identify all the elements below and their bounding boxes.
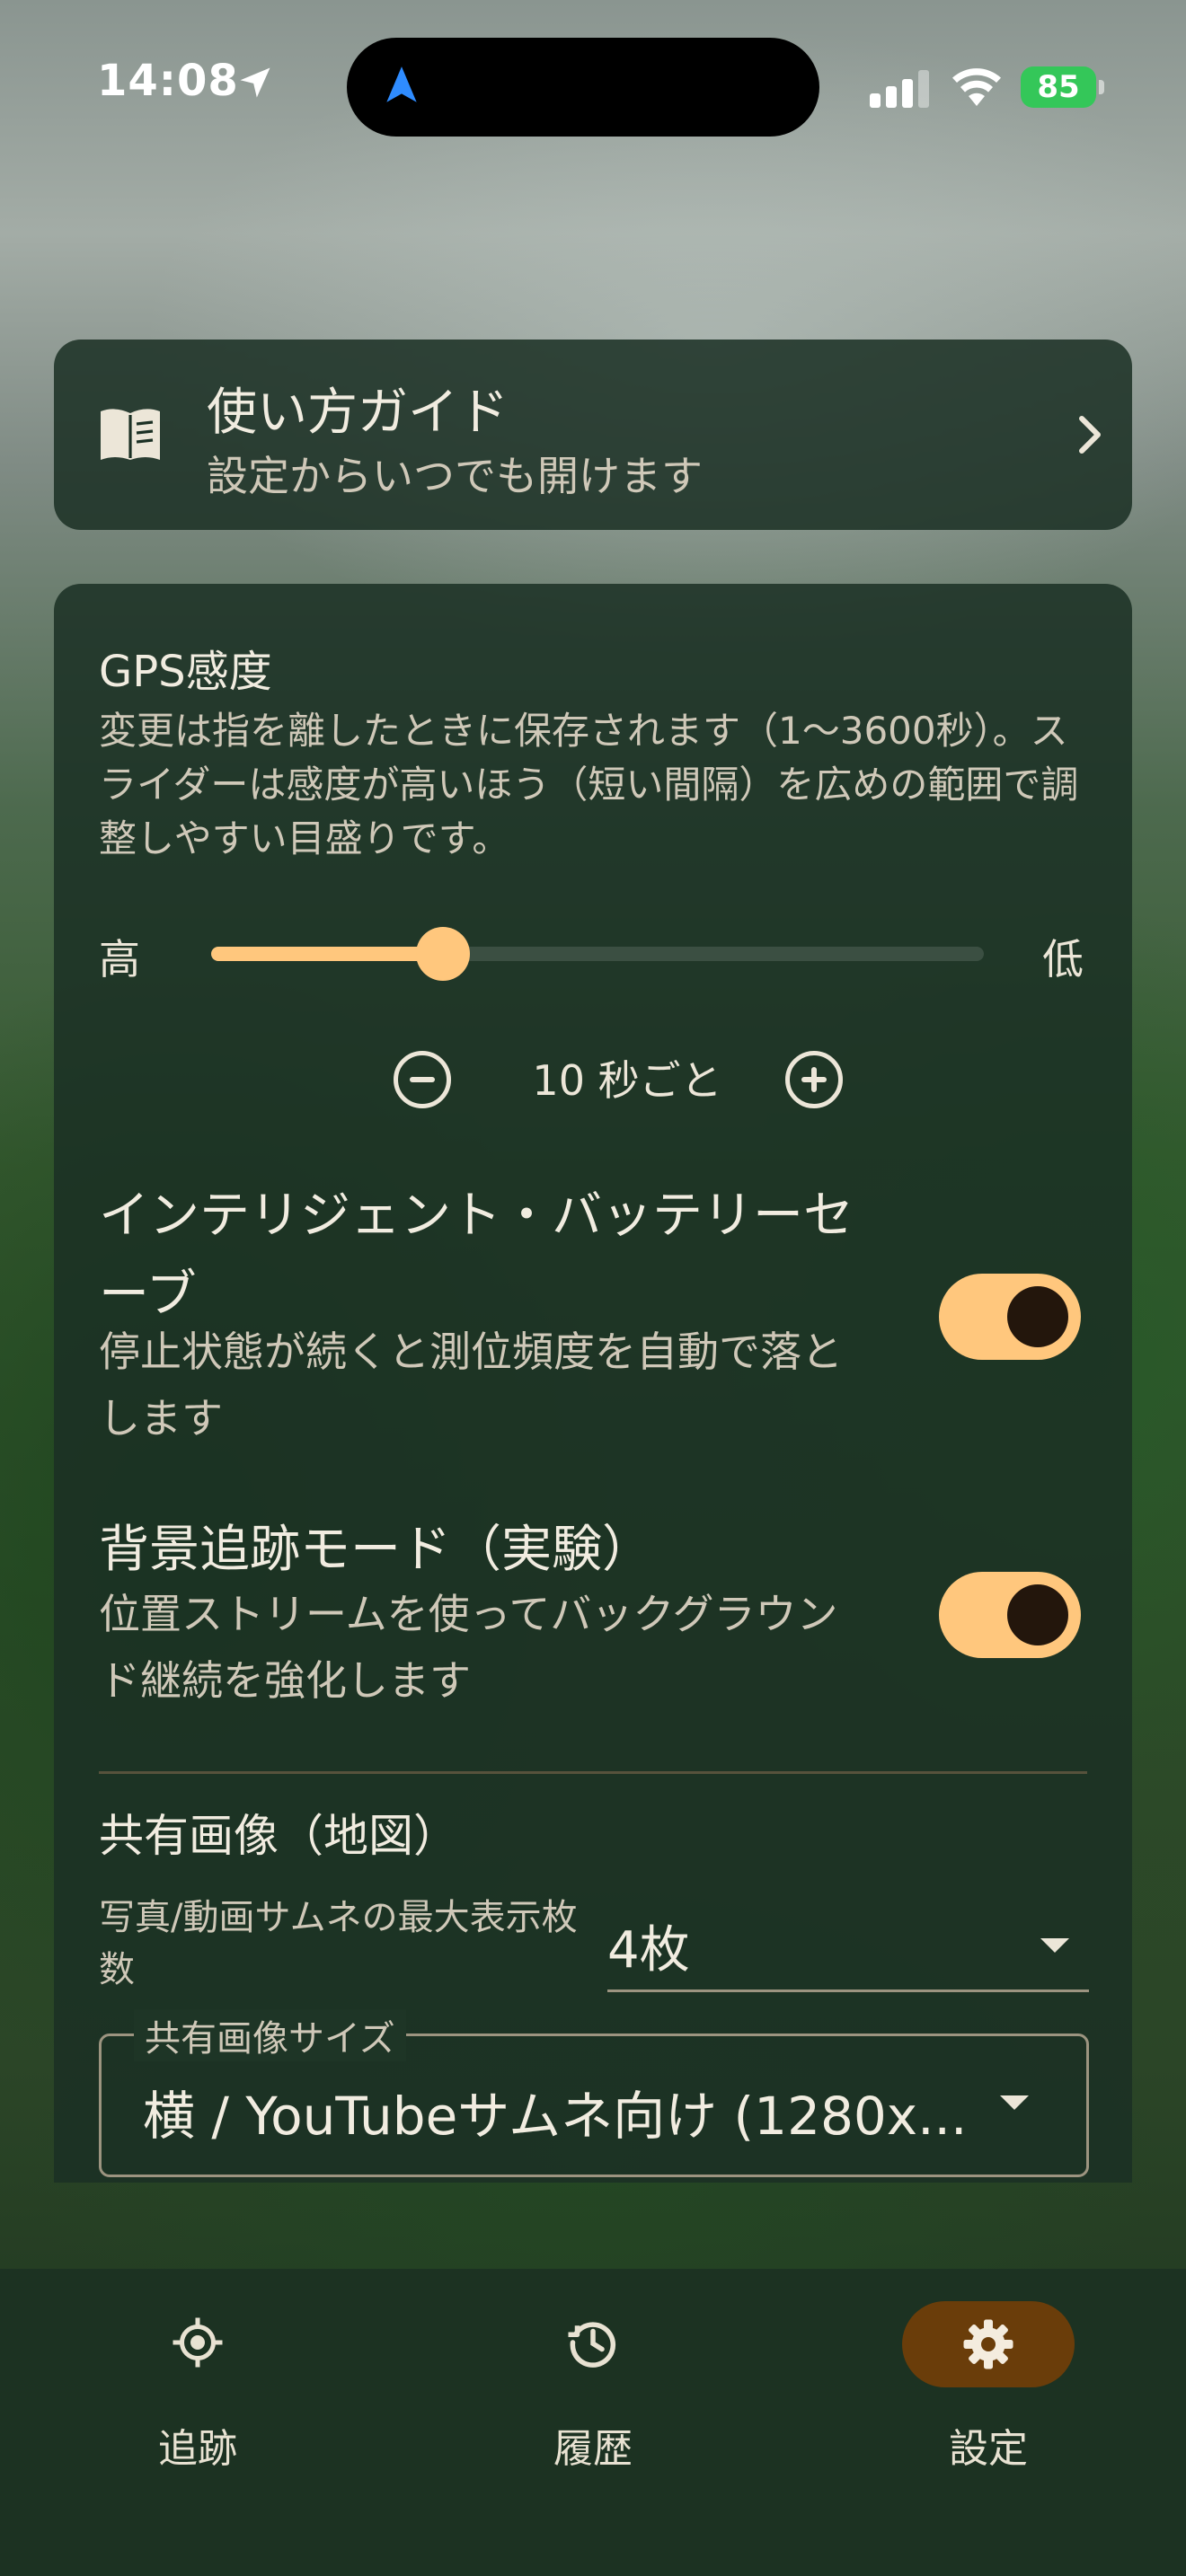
section-divider <box>99 1771 1087 1774</box>
settings-card: GPS感度 変更は指を離したときに保存されます（1〜3600秒）。スライダーは感… <box>54 584 1132 2183</box>
increase-interval-button[interactable] <box>785 1051 843 1108</box>
interval-value: 10 秒ごと <box>532 1056 722 1105</box>
dropdown-arrow-icon <box>1040 1938 1069 1953</box>
background-tracking-description: 位置ストリームを使ってバックグラウンド継続を強化します <box>99 1590 838 1705</box>
status-bar: 14:08 85 <box>0 0 1186 144</box>
nav-item-settings[interactable]: 設定 <box>854 2301 1123 2481</box>
guide-subtitle: 設定からいつでも開けます <box>207 452 703 500</box>
nav-item-history[interactable]: 履歴 <box>458 2301 728 2481</box>
dropdown-arrow-icon <box>1000 2095 1029 2110</box>
share-image-size-label: 共有画像サイズ <box>134 2009 406 2061</box>
gps-sensitivity-title: GPS感度 <box>99 647 272 697</box>
book-icon <box>101 409 160 460</box>
cellular-signal-icon <box>870 70 929 108</box>
slider-thumb[interactable] <box>416 927 470 981</box>
toggle-knob <box>1007 1584 1068 1645</box>
share-image-size-value: 横 / YouTubeサムネ向け (1280x... <box>143 2086 968 2147</box>
gps-sensitivity-description: 変更は指を離したときに保存されます（1〜3600秒）。スライダーは感度が高いほう… <box>99 709 1079 860</box>
wifi-icon <box>952 68 1001 106</box>
decrease-interval-button[interactable] <box>394 1051 451 1108</box>
guide-card[interactable]: 使い方ガイド 設定からいつでも開けます <box>54 340 1132 530</box>
slider-label-low: 低 <box>1042 935 1084 984</box>
slider-fill <box>211 947 443 961</box>
nav-label-settings: 設定 <box>949 2426 1028 2472</box>
nav-label-history: 履歴 <box>553 2426 633 2472</box>
battery-save-title: インテリジェント・バッテリーセーブ <box>99 1187 854 1324</box>
share-image-title: 共有画像（地図） <box>99 1810 458 1862</box>
bottom-navigation: 追跡 履歴 設定 <box>0 2269 1186 2576</box>
dynamic-island <box>347 38 819 137</box>
gps-target-icon <box>149 2301 246 2382</box>
gear-icon <box>902 2301 1075 2387</box>
history-icon <box>544 2301 642 2382</box>
interval-stepper: 10 秒ごと <box>394 1051 843 1114</box>
max-thumbnails-select[interactable]: 4枚 <box>607 1895 1089 1992</box>
chevron-right-icon <box>1079 416 1101 454</box>
toggle-knob <box>1007 1286 1068 1347</box>
battery-save-toggle[interactable] <box>939 1274 1081 1360</box>
share-image-size-select[interactable]: 共有画像サイズ 横 / YouTubeサムネ向け (1280x... <box>99 2009 1089 2177</box>
slider-label-high: 高 <box>99 935 140 984</box>
nav-label-tracking: 追跡 <box>158 2426 237 2472</box>
battery-icon: 85 <box>1021 66 1105 108</box>
nav-item-tracking[interactable]: 追跡 <box>63 2301 332 2481</box>
location-arrow-icon <box>240 67 270 98</box>
battery-level: 85 <box>1021 66 1096 108</box>
background-tracking-toggle[interactable] <box>939 1572 1081 1658</box>
background-tracking-title: 背景追跡モード（実験） <box>99 1521 652 1579</box>
max-thumbnails-label: 写真/動画サムネの最大表示枚数 <box>99 1897 578 1990</box>
battery-cap <box>1099 80 1104 94</box>
gps-sensitivity-slider[interactable] <box>211 927 984 981</box>
max-thumbnails-value: 4枚 <box>607 1921 690 1980</box>
guide-title: 使い方ガイド <box>207 384 509 442</box>
navigation-icon <box>386 66 417 102</box>
status-time: 14:08 <box>97 56 239 106</box>
battery-save-description: 停止状態が続くと測位頻度を自動で落とします <box>99 1328 843 1442</box>
